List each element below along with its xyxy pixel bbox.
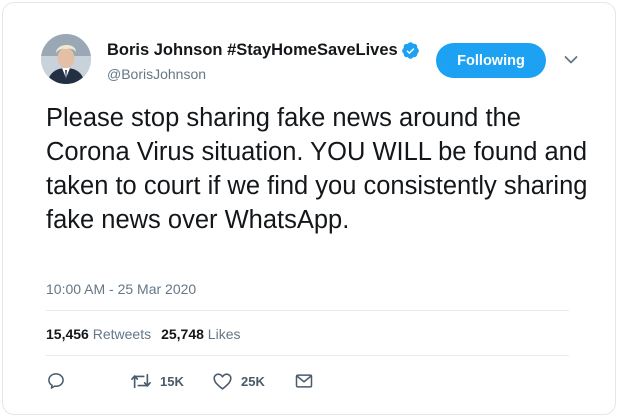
share-icon <box>295 374 313 388</box>
retweets-count: 15,456 <box>46 326 89 342</box>
verified-badge-icon <box>401 41 419 59</box>
avatar-image <box>41 34 91 84</box>
likes-label: Likes <box>207 326 241 342</box>
avatar[interactable] <box>41 34 91 84</box>
tweet-stats: 15,456 Retweets 25,748 Likes <box>46 326 240 342</box>
chevron-down-icon[interactable] <box>564 55 578 65</box>
divider <box>46 355 569 356</box>
reply-button[interactable] <box>46 371 66 391</box>
share-button[interactable] <box>294 371 314 391</box>
tweet-text: Please stop sharing fake news around the… <box>46 104 588 234</box>
tweet-card: Boris Johnson #StayHomeSaveLives @BorisJ… <box>2 2 616 415</box>
retweet-count: 15K <box>160 373 184 389</box>
like-button[interactable]: 25K <box>212 371 265 391</box>
author-display-name[interactable]: Boris Johnson #StayHomeSaveLives <box>107 41 398 60</box>
likes-stat[interactable]: 25,748 Likes <box>161 326 240 342</box>
retweets-stat[interactable]: 15,456 Retweets <box>46 326 151 342</box>
author-handle[interactable]: @BorisJohnson <box>107 66 206 82</box>
author-name-row: Boris Johnson #StayHomeSaveLives <box>107 40 420 60</box>
heart-icon <box>213 373 232 390</box>
reply-icon <box>48 373 64 389</box>
likes-count: 25,748 <box>161 326 204 342</box>
retweet-icon <box>131 373 151 389</box>
tweet-timestamp[interactable]: 10:00 AM - 25 Mar 2020 <box>46 281 196 297</box>
divider <box>46 310 569 311</box>
following-button[interactable]: Following <box>436 43 546 78</box>
retweets-label: Retweets <box>92 326 152 342</box>
retweet-button[interactable]: 15K <box>130 371 184 391</box>
like-count: 25K <box>241 373 265 389</box>
